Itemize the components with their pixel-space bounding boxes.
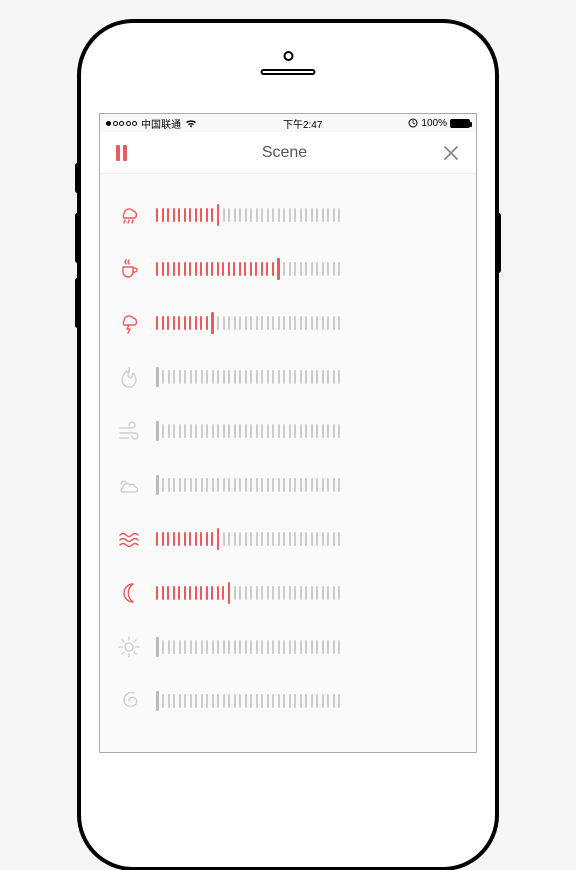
pause-button[interactable]: [116, 145, 127, 161]
orientation-lock-icon: [408, 118, 418, 128]
page-title: Scene: [262, 144, 307, 162]
volume-slider-sun[interactable]: [156, 636, 460, 658]
status-right: 100%: [408, 118, 470, 129]
volume-down-button: [75, 278, 80, 328]
volume-slider-wind[interactable]: [156, 420, 460, 442]
sound-row-sun: [116, 620, 460, 674]
waves-icon[interactable]: [116, 526, 142, 552]
sounds-list: [100, 174, 476, 752]
status-bar: 中国联通 下午2:47 100%: [100, 114, 476, 132]
sound-row-clouds: [116, 458, 460, 512]
volume-slider-spiral[interactable]: [156, 690, 460, 712]
volume-slider-coffee[interactable]: [156, 258, 460, 280]
sound-row-rain: [116, 188, 460, 242]
sound-row-spiral: [116, 674, 460, 728]
volume-slider-clouds[interactable]: [156, 474, 460, 496]
wind-icon[interactable]: [116, 418, 142, 444]
volume-up-button: [75, 213, 80, 263]
power-button: [496, 213, 501, 273]
sound-row-coffee: [116, 242, 460, 296]
sun-icon[interactable]: [116, 634, 142, 660]
battery-percent: 100%: [421, 118, 447, 129]
volume-slider-thunder[interactable]: [156, 312, 460, 334]
thunder-icon[interactable]: [116, 310, 142, 336]
battery-icon: [450, 119, 470, 128]
fire-icon[interactable]: [116, 364, 142, 390]
status-time: 下午2:47: [283, 116, 322, 131]
sound-row-thunder: [116, 296, 460, 350]
sound-row-wind: [116, 404, 460, 458]
volume-slider-waves[interactable]: [156, 528, 460, 550]
volume-slider-night[interactable]: [156, 582, 460, 604]
wifi-icon: [185, 119, 197, 128]
mute-switch: [75, 163, 80, 193]
cup-icon[interactable]: [116, 256, 142, 282]
volume-slider-fire[interactable]: [156, 366, 460, 388]
screen: 中国联通 下午2:47 100% Scene: [99, 113, 477, 753]
phone-camera: [283, 51, 293, 61]
rain-icon[interactable]: [116, 202, 142, 228]
spiral-icon[interactable]: [116, 688, 142, 714]
phone-frame: 中国联通 下午2:47 100% Scene: [78, 20, 498, 870]
volume-slider-rain[interactable]: [156, 204, 460, 226]
sound-row-night: [116, 566, 460, 620]
carrier-label: 中国联通: [141, 116, 181, 131]
status-left: 中国联通: [106, 116, 197, 131]
phone-speaker: [261, 69, 316, 75]
moon-icon[interactable]: [116, 580, 142, 606]
close-button[interactable]: [442, 144, 460, 162]
signal-strength-icon: [106, 121, 137, 126]
sound-row-waves: [116, 512, 460, 566]
sound-row-fire: [116, 350, 460, 404]
phone-notch: [261, 51, 316, 75]
clouds-icon[interactable]: [116, 472, 142, 498]
nav-bar: Scene: [100, 132, 476, 174]
